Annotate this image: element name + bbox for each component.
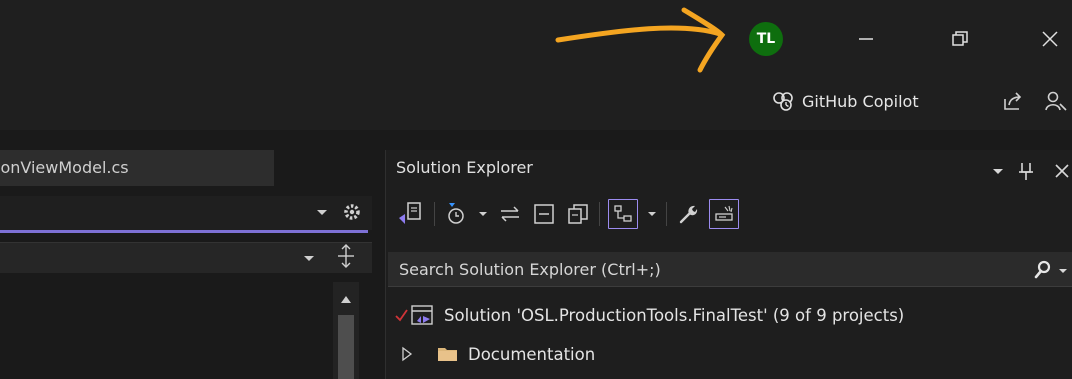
restore-icon xyxy=(952,31,968,46)
editor-accent-line xyxy=(0,230,368,233)
wrench-icon xyxy=(679,205,698,224)
settings-button[interactable] xyxy=(341,201,363,223)
minimize-icon xyxy=(859,38,873,40)
visual-studio-switch-icon xyxy=(399,202,421,224)
arrow-annotation-icon xyxy=(555,7,726,73)
gear-icon xyxy=(344,204,360,220)
sync-arrows-icon xyxy=(501,206,519,222)
share-icon xyxy=(1004,92,1022,110)
tree-item-label: Solution 'OSL.ProductionTools.FinalTest'… xyxy=(444,305,905,325)
pin-button[interactable] xyxy=(1016,160,1036,182)
tree-view-toggle-button[interactable] xyxy=(608,199,638,229)
avatar-initials: TL xyxy=(756,31,776,47)
copilot-label: GitHub Copilot xyxy=(802,91,919,111)
member-dropdown-arrow[interactable] xyxy=(301,250,317,266)
view-dropdown-button[interactable] xyxy=(646,200,658,228)
solution-explorer-title: Solution Explorer xyxy=(396,158,533,177)
search-icon xyxy=(1034,260,1051,279)
account-avatar[interactable]: TL xyxy=(749,22,783,56)
title-bar xyxy=(0,0,1072,80)
document-tab[interactable]: ionViewModel.cs xyxy=(0,150,274,186)
minimize-button[interactable] xyxy=(846,20,886,58)
panel-options-button[interactable] xyxy=(990,164,1006,180)
toolbar-separator xyxy=(434,202,435,226)
pin-icon xyxy=(1019,163,1033,180)
person-icon xyxy=(1045,91,1067,111)
triangle-up-icon xyxy=(341,296,351,303)
hierarchy-icon xyxy=(614,205,632,222)
filter-dropdown-button[interactable] xyxy=(477,200,489,228)
check-icon xyxy=(395,309,408,322)
preview-selected-items-button[interactable] xyxy=(709,199,739,229)
toolbar-separator xyxy=(666,202,667,226)
toolbar-separator xyxy=(599,202,600,226)
caret-down-icon xyxy=(648,212,656,216)
restore-button[interactable] xyxy=(940,20,980,58)
caret-down-icon xyxy=(1059,269,1067,273)
chevron-right-icon[interactable] xyxy=(400,346,414,362)
github-copilot-button[interactable]: GitHub Copilot xyxy=(772,87,919,115)
preview-icon xyxy=(715,205,733,221)
scroll-up-button[interactable] xyxy=(339,290,353,303)
close-button[interactable] xyxy=(1030,20,1070,58)
dropdown-button[interactable] xyxy=(313,203,331,221)
close-icon xyxy=(1042,31,1058,47)
collapse-icon xyxy=(534,204,554,224)
sync-active-document-button[interactable] xyxy=(497,200,523,228)
live-share-button[interactable] xyxy=(1044,88,1070,114)
caret-down-icon xyxy=(479,212,487,216)
tree-item-label: Documentation xyxy=(468,344,596,364)
scrollbar-thumb[interactable] xyxy=(338,315,354,379)
caret-down-icon xyxy=(993,169,1003,174)
solution-explorer-search[interactable]: Search Solution Explorer (Ctrl+;) xyxy=(388,252,1072,287)
split-editor-button[interactable] xyxy=(333,242,359,270)
properties-button[interactable] xyxy=(675,200,701,228)
search-options-button[interactable] xyxy=(1058,263,1070,277)
tree-item-solution[interactable]: Solution 'OSL.ProductionTools.FinalTest'… xyxy=(394,301,904,329)
folder-icon xyxy=(438,348,457,361)
split-icon xyxy=(338,244,354,268)
solution-explorer-toolbar xyxy=(396,198,739,230)
switch-views-button[interactable] xyxy=(396,199,426,229)
document-tab-label: ionViewModel.cs xyxy=(0,158,129,177)
share-button[interactable] xyxy=(1000,88,1026,114)
copilot-icon xyxy=(773,92,793,111)
caret-down-icon xyxy=(317,210,327,215)
panel-close-button[interactable] xyxy=(1052,161,1072,181)
close-icon xyxy=(1055,164,1069,178)
caret-down-icon xyxy=(304,256,314,261)
collapse-all-button[interactable] xyxy=(531,200,557,228)
clock-icon xyxy=(448,203,464,224)
solution-icon xyxy=(411,305,433,325)
copy-pages-icon xyxy=(568,204,588,224)
pending-changes-filter-button[interactable] xyxy=(443,200,469,228)
show-all-files-button[interactable] xyxy=(565,200,591,228)
tree-item-documentation[interactable]: Documentation xyxy=(400,340,595,368)
search-placeholder: Search Solution Explorer (Ctrl+;) xyxy=(399,259,661,279)
search-button[interactable] xyxy=(1033,259,1055,281)
